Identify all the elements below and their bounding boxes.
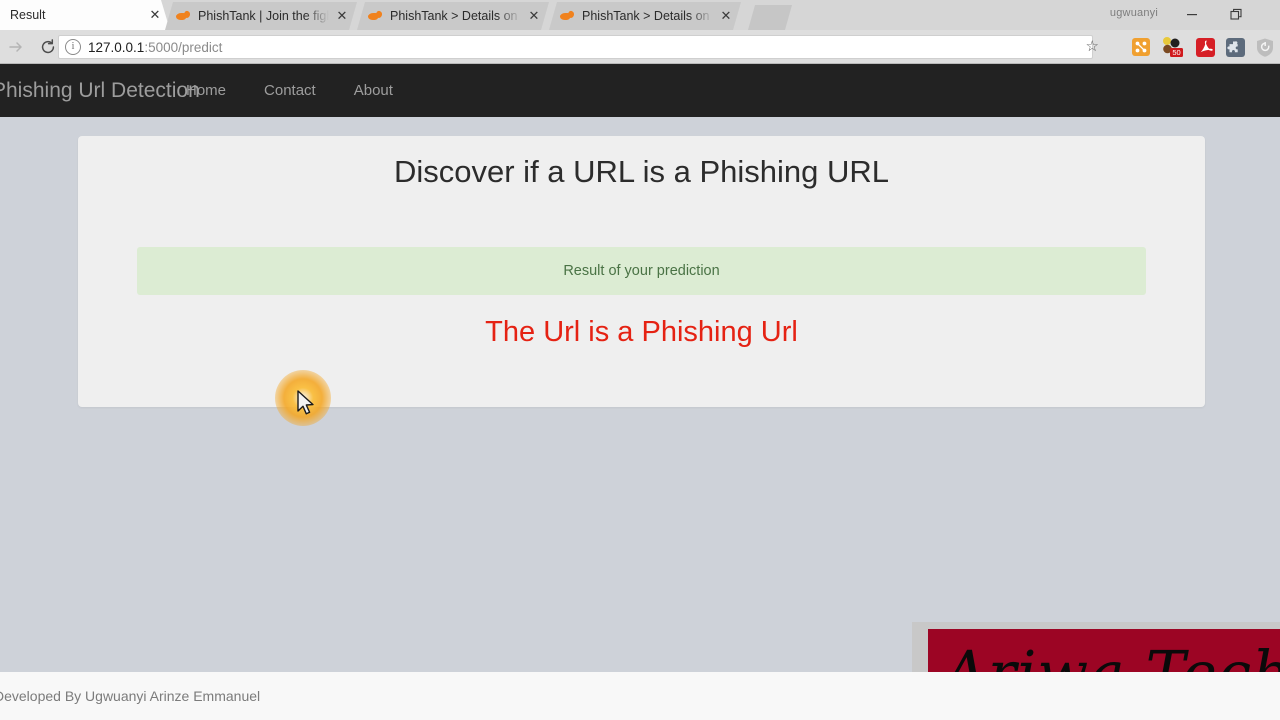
tab-close-icon[interactable]: ✕ xyxy=(333,8,351,24)
nav-link-about[interactable]: About xyxy=(335,82,412,99)
phishtank-fish-icon xyxy=(175,8,191,24)
extensions-row: 50 xyxy=(1130,34,1276,60)
result-card: Discover if a URL is a Phishing URL Resu… xyxy=(78,136,1205,407)
tab-close-icon[interactable]: ✕ xyxy=(717,8,735,24)
prediction-alert: Result of your prediction xyxy=(137,247,1146,295)
phishtank-fish-icon xyxy=(559,8,575,24)
site-info-icon[interactable]: i xyxy=(65,39,81,55)
forward-button[interactable] xyxy=(2,33,30,61)
tab-close-icon[interactable]: ✕ xyxy=(525,8,543,24)
page-title: Discover if a URL is a Phishing URL xyxy=(393,154,890,189)
address-bar[interactable]: i 127.0.0.1:5000/predict xyxy=(58,35,1093,59)
reload-icon xyxy=(41,39,55,54)
browser-tab-phishtank-details-1[interactable]: PhishTank > Details on su ✕ xyxy=(357,2,549,30)
url-host: 127.0.0.1 xyxy=(88,39,145,55)
navbar-links: Home Contact About xyxy=(186,82,412,99)
orange-grid-extension-icon[interactable] xyxy=(1130,36,1152,58)
new-tab-button[interactable] xyxy=(748,5,792,30)
browser-tab-result[interactable]: Result ✕ xyxy=(0,0,170,30)
prediction-result-text: The Url is a Phishing Url xyxy=(485,316,798,348)
minimize-window-button[interactable] xyxy=(1170,0,1214,28)
adobe-acrobat-extension-icon[interactable] xyxy=(1194,36,1216,58)
minimize-icon xyxy=(1187,14,1197,16)
restore-window-icon xyxy=(1229,8,1242,20)
tab-title: Result xyxy=(10,8,46,22)
site-footer: Developed By Ugwuanyi Arinze Emmanuel xyxy=(0,672,1280,720)
url-text: 127.0.0.1:5000/predict xyxy=(88,40,222,55)
tab-close-icon[interactable]: ✕ xyxy=(146,7,164,23)
restore-window-button[interactable] xyxy=(1214,0,1258,28)
phishtank-fish-icon xyxy=(367,8,383,24)
site-navbar: Phishing Url Detection Home Contact Abou… xyxy=(0,64,1280,117)
tab-title: PhishTank | Join the fight xyxy=(198,9,329,23)
nav-link-home[interactable]: Home xyxy=(186,82,245,99)
nav-link-contact[interactable]: Contact xyxy=(245,82,335,99)
browser-chrome: Result ✕ PhishTank | Join the fight ✕ Ph… xyxy=(0,0,1280,64)
navbar-brand[interactable]: Phishing Url Detection xyxy=(0,79,200,103)
color-circles-extension-icon[interactable]: 50 xyxy=(1160,36,1186,58)
browser-tab-phishtank-home[interactable]: PhishTank | Join the fight ✕ xyxy=(165,2,357,30)
browser-toolbar: i 127.0.0.1:5000/predict ☆ 50 xyxy=(0,30,1280,64)
shield-extension-icon[interactable] xyxy=(1254,36,1276,58)
tab-strip: Result ✕ PhishTank | Join the fight ✕ Ph… xyxy=(0,0,1280,30)
puzzle-extension-icon[interactable] xyxy=(1224,36,1246,58)
tab-title: PhishTank > Details on su xyxy=(582,9,713,23)
web-page: Phishing Url Detection Home Contact Abou… xyxy=(0,64,1280,720)
browser-tab-phishtank-details-2[interactable]: PhishTank > Details on su ✕ xyxy=(549,2,741,30)
screen: Result ✕ PhishTank | Join the fight ✕ Ph… xyxy=(0,0,1280,720)
extension-badge-count: 50 xyxy=(1172,48,1180,57)
tab-title: PhishTank > Details on su xyxy=(390,9,521,23)
prediction-alert-text: Result of your prediction xyxy=(563,263,720,279)
profile-name-label[interactable]: ugwuanyi xyxy=(1110,7,1158,19)
footer-credit-text: Developed By Ugwuanyi Arinze Emmanuel xyxy=(0,688,261,704)
forward-arrow-icon xyxy=(9,42,22,52)
url-path: :5000/predict xyxy=(144,39,223,55)
bookmark-star-icon[interactable]: ☆ xyxy=(1086,37,1099,55)
